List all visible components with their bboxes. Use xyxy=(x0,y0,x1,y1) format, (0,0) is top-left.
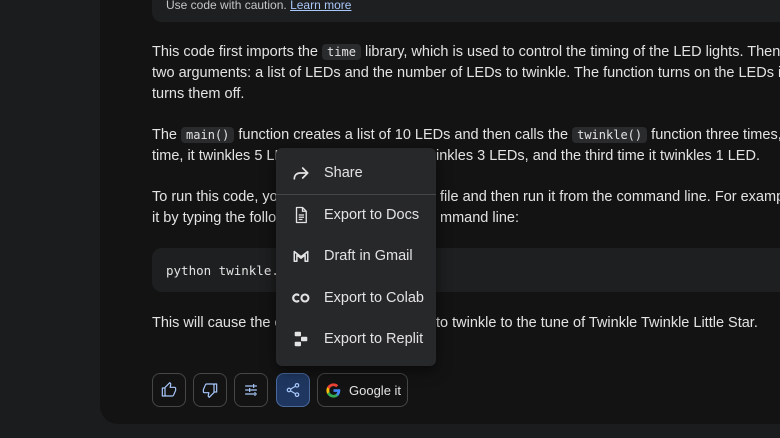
colab-icon xyxy=(290,288,312,308)
gmail-icon xyxy=(290,246,312,266)
thumbs-up-icon xyxy=(161,382,177,397)
caution-text: Use code with caution. Learn more xyxy=(166,0,351,12)
caution-label: Use code with caution. xyxy=(166,0,287,12)
menu-item-export-docs[interactable]: Export to Docs xyxy=(276,197,436,233)
paragraph-2-line-1: The main() function creates a list of 10… xyxy=(152,127,780,143)
docs-icon xyxy=(290,205,312,225)
paragraph-2-line-2b: inkles 3 LEDs, and the third time it twi… xyxy=(436,148,760,164)
paragraph-1-line-2: two arguments: a list of LEDs and the nu… xyxy=(152,65,780,81)
inline-code: twinkle() xyxy=(572,127,648,143)
google-it-label: Google it xyxy=(349,382,402,398)
paragraph-3-line-2b: mmand line: xyxy=(440,210,519,226)
paragraph-2-line-2a: time, it twinkles 5 LE xyxy=(152,148,285,164)
share-export-menu: Share Export to Docs Draft in Gmail Expo… xyxy=(276,148,436,366)
menu-item-label: Draft in Gmail xyxy=(324,248,413,264)
menu-item-draft-gmail[interactable]: Draft in Gmail xyxy=(276,238,436,274)
google-it-button[interactable]: Google it xyxy=(317,373,408,407)
paragraph-1-line-3: turns them off. xyxy=(152,86,245,102)
thumbs-down-button[interactable] xyxy=(193,373,227,407)
menu-item-export-replit[interactable]: Export to Replit xyxy=(276,321,436,357)
menu-item-label: Export to Replit xyxy=(324,331,424,347)
tune-icon xyxy=(245,384,257,396)
menu-divider xyxy=(276,194,436,195)
menu-item-label: Export to Docs xyxy=(324,207,420,223)
paragraph-3-line-1a: To run this code, yo xyxy=(152,189,278,205)
inline-code: time xyxy=(322,44,361,60)
replit-icon xyxy=(290,329,312,349)
paragraph-4-line-1b: to twinkle to the tune of Twinkle Twinkl… xyxy=(436,315,758,331)
menu-item-export-colab[interactable]: Export to Colab xyxy=(276,280,436,316)
paragraph-4-line-1a: This will cause the c xyxy=(152,315,282,331)
menu-item-label: Export to Colab xyxy=(324,290,424,306)
share-arrow-icon xyxy=(290,163,312,183)
modify-response-button[interactable] xyxy=(234,373,268,407)
share-button[interactable] xyxy=(276,373,310,407)
google-g-icon xyxy=(326,382,341,398)
menu-item-share[interactable]: Share xyxy=(276,155,436,191)
thumbs-up-button[interactable] xyxy=(152,373,186,407)
paragraph-3-line-1b: file and then run it from the command li… xyxy=(440,189,780,205)
code-block-text: python twinkle.p xyxy=(166,263,287,278)
thumbs-down-icon xyxy=(202,383,218,398)
learn-more-link[interactable]: Learn more xyxy=(290,0,351,12)
menu-item-label: Share xyxy=(324,165,363,181)
paragraph-3-line-2a: it by typing the follo xyxy=(152,210,277,226)
share-icon xyxy=(286,383,300,397)
paragraph-1-line-1: This code first imports the time library… xyxy=(152,44,780,60)
inline-code: main() xyxy=(181,127,235,143)
